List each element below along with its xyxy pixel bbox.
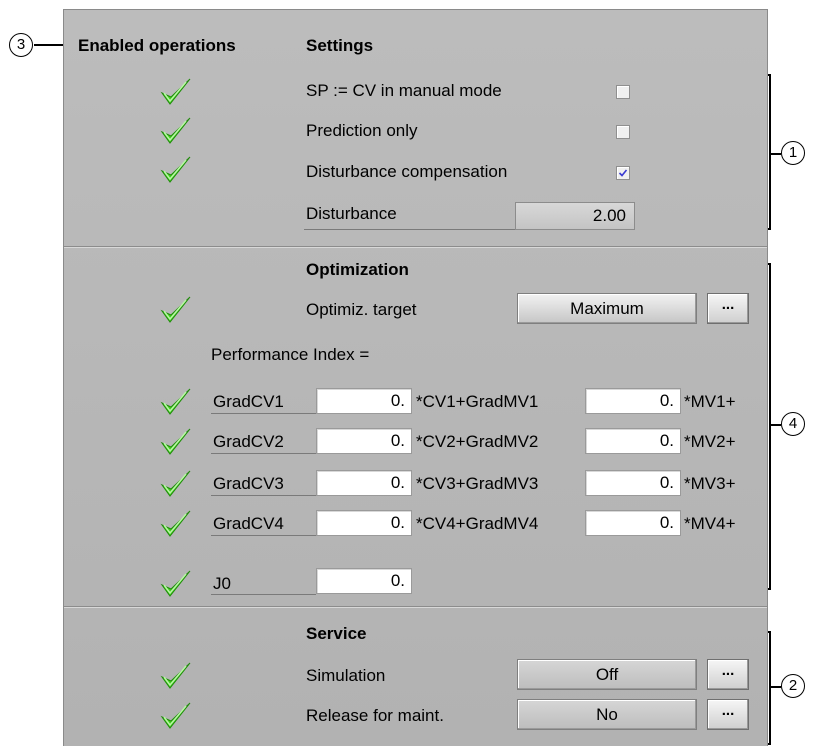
j0-value[interactable]: 0.	[316, 568, 412, 594]
grad-mv-value[interactable]: 0.	[585, 510, 681, 536]
simulation-label: Simulation	[306, 666, 386, 685]
grad-mv-value[interactable]: 0.	[585, 428, 681, 454]
callout-3: 3	[9, 33, 33, 57]
release-maint-label: Release for maint.	[306, 706, 444, 725]
checkmark-icon	[159, 294, 193, 326]
callout-4: 4	[781, 412, 805, 436]
mv-term-label: *MV1+	[684, 392, 736, 411]
cv-term-label: *CV4+GradMV4	[416, 514, 539, 533]
grad-cv-value[interactable]: 0.	[316, 510, 412, 536]
sp-cv-checkbox[interactable]	[616, 85, 630, 99]
service-header: Service	[306, 624, 367, 643]
callout-1-line	[769, 153, 781, 155]
mv-term-label: *MV2+	[684, 432, 736, 451]
j0-label: J0	[213, 574, 231, 593]
callout-2-line	[769, 686, 781, 688]
callout-2: 2	[781, 674, 805, 698]
checkmark-icon	[159, 426, 193, 458]
checkbox-check-icon	[618, 169, 628, 177]
simulation-button[interactable]: Off	[517, 659, 697, 690]
settings-header: Settings	[306, 36, 374, 55]
enabled-operations-header: Enabled operations	[78, 36, 236, 55]
release-maint-button[interactable]: No	[517, 699, 697, 730]
disturbance-label: Disturbance	[306, 204, 397, 223]
optimiz-target-label: Optimiz. target	[306, 300, 417, 319]
separator-settings	[64, 246, 767, 248]
callout-3-line	[34, 44, 66, 46]
checkmark-icon	[159, 660, 193, 692]
callout-1: 1	[781, 141, 805, 165]
sp-cv-label: SP := CV in manual mode	[306, 81, 502, 100]
grad-cv-underline	[211, 413, 316, 414]
prediction-only-label: Prediction only	[306, 121, 418, 140]
prediction-only-checkbox[interactable]	[616, 125, 630, 139]
cv-term-label: *CV3+GradMV3	[416, 474, 539, 493]
separator-optimization	[64, 606, 767, 608]
grad-cv-value[interactable]: 0.	[316, 388, 412, 414]
checkmark-icon	[159, 468, 193, 500]
grad-cv-underline	[211, 535, 316, 536]
callout-4-line	[769, 424, 781, 426]
simulation-more-button[interactable]: ...	[707, 659, 749, 690]
grad-cv-label: GradCV1	[213, 392, 284, 411]
checkmark-icon	[159, 76, 193, 108]
grad-cv-value[interactable]: 0.	[316, 470, 412, 496]
optimization-header: Optimization	[306, 260, 409, 279]
checkmark-icon	[159, 115, 193, 147]
disturbance-value[interactable]: 2.00	[515, 202, 635, 230]
grad-cv-label: GradCV2	[213, 432, 284, 451]
optimiz-target-button[interactable]: Maximum	[517, 293, 697, 324]
checkmark-icon	[159, 154, 193, 186]
grad-cv-label: GradCV4	[213, 514, 284, 533]
grad-cv-label: GradCV3	[213, 474, 284, 493]
grad-cv-underline	[211, 453, 316, 454]
disturbance-compensation-label: Disturbance compensation	[306, 162, 508, 181]
mv-term-label: *MV4+	[684, 514, 736, 533]
checkmark-icon	[159, 700, 193, 732]
checkmark-icon	[159, 568, 193, 600]
mv-term-label: *MV3+	[684, 474, 736, 493]
j0-underline	[211, 594, 316, 595]
cv-term-label: *CV2+GradMV2	[416, 432, 539, 451]
grad-mv-value[interactable]: 0.	[585, 470, 681, 496]
checkmark-icon	[159, 386, 193, 418]
cv-term-label: *CV1+GradMV1	[416, 392, 539, 411]
performance-index-label: Performance Index =	[211, 345, 370, 364]
grad-cv-value[interactable]: 0.	[316, 428, 412, 454]
grad-mv-value[interactable]: 0.	[585, 388, 681, 414]
optimiz-target-more-button[interactable]: ...	[707, 293, 749, 324]
disturbance-compensation-checkbox[interactable]	[616, 166, 630, 180]
grad-cv-underline	[211, 495, 316, 496]
release-maint-more-button[interactable]: ...	[707, 699, 749, 730]
checkmark-icon	[159, 508, 193, 540]
disturbance-underline	[304, 229, 515, 230]
operator-panel: Enabled operations Settings SP := CV in …	[63, 9, 768, 746]
